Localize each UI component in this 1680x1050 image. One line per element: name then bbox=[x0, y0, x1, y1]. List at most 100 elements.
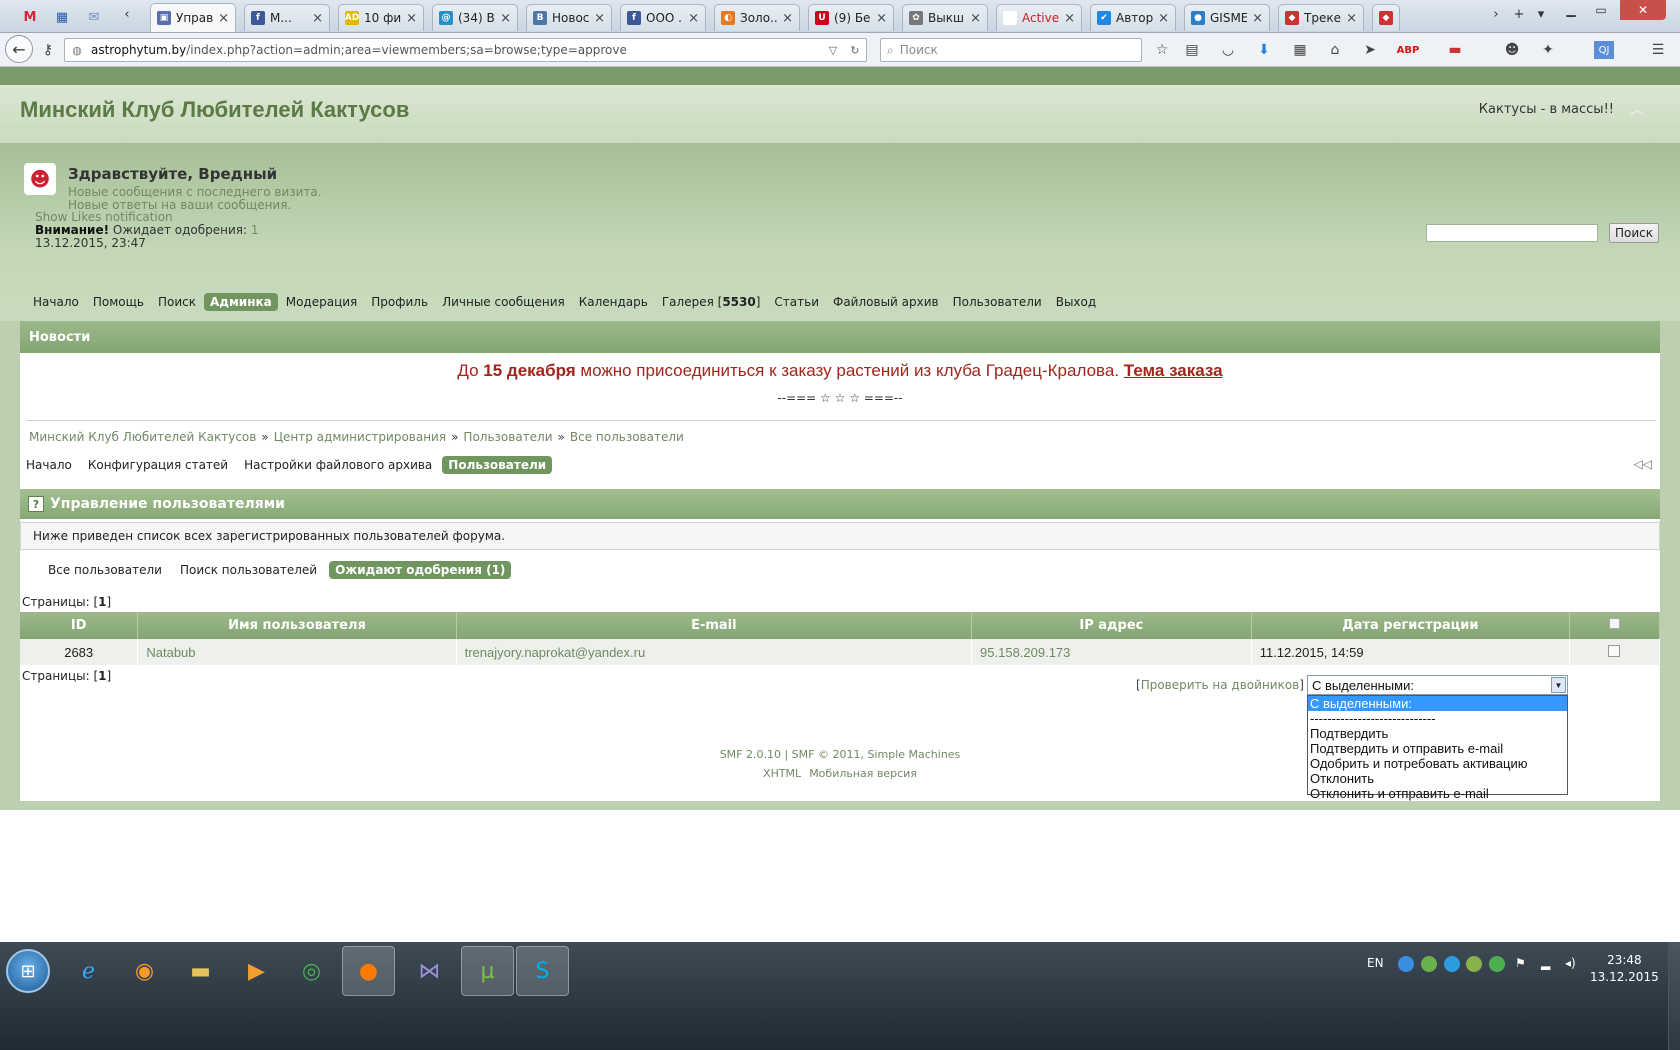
extension-icon[interactable]: ✦ bbox=[1538, 41, 1558, 59]
menu-item[interactable]: Выход bbox=[1050, 293, 1102, 311]
dropdown-option[interactable]: Подтвердить bbox=[1308, 726, 1567, 741]
menu-item[interactable]: Профиль bbox=[365, 293, 434, 311]
cell-username-link[interactable]: Natabub bbox=[137, 639, 457, 665]
col-header-username[interactable]: Имя пользователя bbox=[137, 612, 457, 639]
browser-tab[interactable]: ActiveCloud × bbox=[996, 4, 1082, 31]
browser-tab[interactable]: f М... × bbox=[244, 4, 330, 31]
back-button[interactable]: ← bbox=[5, 35, 33, 63]
breadcrumb-link[interactable]: Пользователи bbox=[463, 430, 552, 444]
tab-close-icon[interactable]: × bbox=[1158, 11, 1169, 26]
send-icon[interactable]: ➤ bbox=[1360, 41, 1380, 59]
menu-item[interactable]: Статьи bbox=[768, 293, 825, 311]
attention-count-link[interactable]: 1 bbox=[251, 223, 259, 237]
tray-check-icon[interactable] bbox=[1489, 956, 1505, 972]
cell-ip-link[interactable]: 95.158.209.173 bbox=[971, 639, 1252, 665]
member-sub-tab[interactable]: Ожидают одобрения (1) bbox=[329, 561, 512, 579]
taskbar-media[interactable]: ▶ bbox=[230, 946, 283, 996]
collapse-header-icon[interactable]: ︿ bbox=[1630, 99, 1644, 119]
col-header-id[interactable]: ID bbox=[20, 612, 139, 639]
taskbar-viewer[interactable]: ◉ bbox=[118, 946, 171, 996]
new-messages-link[interactable]: Новые сообщения с последнего визита. bbox=[68, 185, 322, 199]
row-checkbox[interactable] bbox=[1608, 644, 1621, 657]
apps-grid-icon[interactable]: ▦ bbox=[1290, 41, 1310, 59]
taskbar-utorrent[interactable]: µ bbox=[461, 946, 514, 996]
tab-close-icon[interactable]: × bbox=[406, 11, 417, 26]
key-icon[interactable]: ⚷ bbox=[38, 41, 58, 59]
browser-tab[interactable]: ◆ Трекер × bbox=[1278, 4, 1364, 31]
start-button[interactable]: ⊞ bbox=[6, 949, 50, 993]
breadcrumb-link[interactable]: Центр администрирования bbox=[274, 430, 446, 444]
tab-close-icon[interactable]: × bbox=[218, 11, 229, 26]
mail-pinned-tab[interactable]: ✉ bbox=[80, 4, 108, 30]
chat-icon[interactable]: ☻ bbox=[1502, 41, 1522, 59]
url-text[interactable]: astrophytum.by/index.php?action=admin;ar… bbox=[91, 43, 822, 57]
qj-icon[interactable]: QJ bbox=[1594, 41, 1614, 59]
language-indicator[interactable]: EN bbox=[1367, 956, 1384, 970]
forum-search-input[interactable] bbox=[1426, 224, 1598, 242]
rewind-icon[interactable]: ◁◁ bbox=[1634, 457, 1652, 471]
browser-tab[interactable]: ◆ bbox=[1372, 4, 1400, 31]
tray-utorrent-icon[interactable] bbox=[1421, 956, 1437, 972]
dropdown-option[interactable]: Отклонить и отправить e-mail bbox=[1308, 786, 1567, 801]
admin-tab[interactable]: Начало bbox=[20, 456, 78, 474]
bookmark-star-icon[interactable]: ☆ bbox=[1152, 41, 1172, 59]
select-all-checkbox[interactable] bbox=[1608, 618, 1620, 629]
close-window-button[interactable]: ✕ bbox=[1620, 0, 1666, 20]
home-icon[interactable]: ⌂ bbox=[1325, 41, 1345, 59]
reload-icon[interactable]: ↻ bbox=[844, 44, 866, 57]
menu-item[interactable]: Поиск bbox=[152, 293, 202, 311]
reading-list-icon[interactable]: ▤ bbox=[1182, 41, 1202, 59]
dropdown-option[interactable]: Подтвердить и отправить e-mail bbox=[1308, 741, 1567, 756]
adblock-icon[interactable]: ABP bbox=[1397, 41, 1420, 59]
scroll-tabs-left-button[interactable]: ‹ bbox=[118, 7, 136, 22]
dropdown-option[interactable]: ----------------------------- bbox=[1308, 711, 1567, 726]
tab-close-icon[interactable]: × bbox=[688, 11, 699, 26]
browser-tab[interactable]: U (9) Бе... × bbox=[808, 4, 894, 31]
menu-item[interactable]: Помощь bbox=[87, 293, 150, 311]
menu-item[interactable]: Галерея [5530] bbox=[656, 293, 767, 311]
browser-tab[interactable]: ✔ Автор... × bbox=[1090, 4, 1176, 31]
volume-icon[interactable]: ◂) bbox=[1565, 956, 1576, 970]
menu-item[interactable]: Админка bbox=[204, 293, 278, 311]
new-tab-button[interactable]: + bbox=[1510, 7, 1528, 22]
tab-close-icon[interactable]: × bbox=[1346, 11, 1357, 26]
admin-tab[interactable]: Конфигурация статей bbox=[82, 456, 234, 474]
check-duplicates-link[interactable]: Проверить на двойников bbox=[1141, 678, 1300, 692]
dropdown-option[interactable]: Одобрить и потребовать активацию bbox=[1308, 756, 1567, 771]
tab-close-icon[interactable]: × bbox=[782, 11, 793, 26]
forum-search-button[interactable]: Поиск bbox=[1609, 223, 1659, 243]
taskbar-chrome[interactable]: ◎ bbox=[285, 946, 338, 996]
search-field[interactable]: ⌕ Поиск bbox=[880, 38, 1142, 62]
tab-close-icon[interactable]: × bbox=[594, 11, 605, 26]
tab-close-icon[interactable]: × bbox=[1252, 11, 1263, 26]
taskbar-visual-studio[interactable]: ⋈ bbox=[403, 946, 456, 996]
menu-item[interactable]: Файловый архив bbox=[827, 293, 945, 311]
footer-xhtml-link[interactable]: XHTML bbox=[763, 767, 801, 780]
menu-item[interactable]: Личные сообщения bbox=[436, 293, 571, 311]
download-icon[interactable]: ⬇ bbox=[1254, 41, 1274, 59]
scroll-tabs-right-button[interactable]: › bbox=[1487, 7, 1505, 22]
gmail-pinned-tab[interactable]: M bbox=[16, 4, 44, 30]
network-icon[interactable]: ▂ bbox=[1541, 956, 1550, 970]
col-header-regdate[interactable]: Дата регистрации bbox=[1251, 612, 1570, 639]
member-sub-tab[interactable]: Все пользователи bbox=[42, 561, 168, 579]
minimize-button[interactable]: ▁ bbox=[1556, 0, 1586, 20]
tab-close-icon[interactable]: × bbox=[1064, 11, 1075, 26]
browser-tab[interactable]: B Новос... × bbox=[526, 4, 612, 31]
tab-list-button[interactable]: ▾ bbox=[1532, 7, 1550, 22]
maximize-button[interactable]: ▭ bbox=[1586, 0, 1616, 20]
dropdown-option[interactable]: С выделенными: bbox=[1308, 696, 1567, 711]
footer-mobile-link[interactable]: Мобильная версия bbox=[809, 767, 917, 780]
show-desktop-button[interactable] bbox=[1668, 942, 1680, 1050]
member-sub-tab[interactable]: Поиск пользователей bbox=[174, 561, 323, 579]
col-header-email[interactable]: E-mail bbox=[456, 612, 973, 639]
tab-close-icon[interactable]: × bbox=[876, 11, 887, 26]
browser-tab[interactable]: ✿ Выкш... × bbox=[902, 4, 988, 31]
menu-item[interactable]: Модерация bbox=[280, 293, 364, 311]
url-dropdown-icon[interactable]: ▽ bbox=[822, 44, 844, 57]
browser-tab[interactable]: @ (34) В... × bbox=[432, 4, 518, 31]
hamburger-menu-icon[interactable]: ☰ bbox=[1648, 41, 1668, 59]
action-center-icon[interactable]: ⚑ bbox=[1515, 956, 1526, 970]
dropdown-arrow-icon[interactable]: ▼ bbox=[1551, 677, 1566, 693]
breadcrumb-link[interactable]: Минский Клуб Любителей Кактусов bbox=[29, 430, 256, 444]
